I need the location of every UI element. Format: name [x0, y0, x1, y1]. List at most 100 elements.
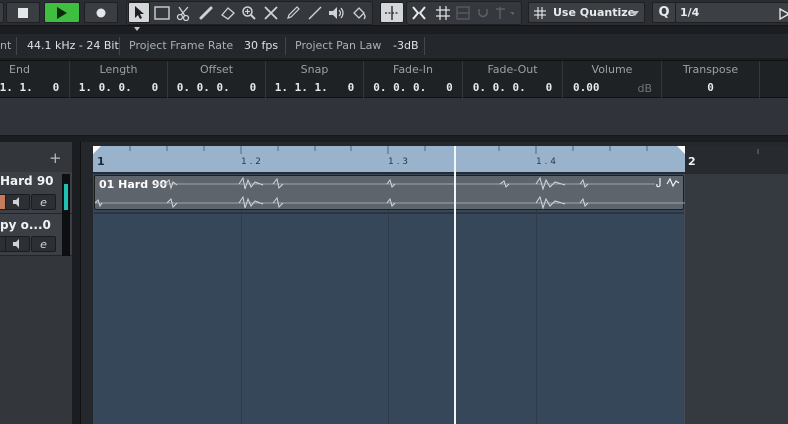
pencil-icon	[287, 6, 300, 19]
info-end-value: 2. 1. 1. 0	[0, 81, 60, 94]
ruler-bar-1: 1	[97, 155, 105, 168]
info-next-column[interactable]	[760, 61, 788, 99]
line-icon	[308, 6, 322, 20]
edit-label: e	[40, 195, 47, 209]
edit-button[interactable]: e	[31, 194, 56, 210]
x-mute-icon	[264, 6, 278, 20]
grid-type-dropdown[interactable]: Use Quantize	[528, 2, 645, 23]
info-end[interactable]: End 2. 1. 1. 0	[0, 61, 70, 99]
hash-icon	[534, 6, 546, 19]
frame-rate-value[interactable]: 30 fps	[244, 39, 278, 52]
record-format-prefix: nt	[0, 39, 12, 52]
track-header-2[interactable]: py o...0 e	[0, 214, 72, 256]
divider	[285, 37, 286, 55]
pan-law-value[interactable]: -3dB	[393, 39, 419, 52]
speaker-icon	[329, 7, 344, 19]
scissors-icon	[176, 6, 190, 21]
sample-rate-value[interactable]: 44.1 kHz - 24 Bit	[27, 39, 119, 52]
info-transpose-label: Transpose	[682, 63, 739, 76]
play-triangle-icon	[779, 8, 788, 20]
auto-scroll-icon	[385, 5, 399, 20]
snap-type-dropdown[interactable]	[496, 4, 514, 22]
info-offset-label: Offset	[199, 63, 234, 76]
info-length[interactable]: Length 1. 0. 0. 0	[70, 61, 168, 99]
info-fade-out[interactable]: Fade-Out 0. 0. 0. 0	[463, 61, 563, 99]
snap-grid-disabled-icon	[456, 6, 470, 20]
track-header-1[interactable]: Hard 90 e	[0, 172, 72, 214]
mute-button[interactable]	[5, 194, 30, 210]
grid-type-button[interactable]	[434, 4, 452, 22]
left-locator-icon[interactable]	[93, 146, 101, 154]
divider	[119, 37, 120, 55]
auto-scroll-button[interactable]	[380, 2, 404, 23]
glue-tube-icon	[199, 6, 213, 20]
track-name[interactable]: Hard 90	[0, 174, 54, 188]
paint-bucket-icon	[353, 7, 366, 20]
track-list: + Hard 90 e py o...0 e	[0, 142, 72, 424]
magnetic-cursor-button[interactable]	[474, 4, 492, 22]
info-fade-in[interactable]: Fade-In 0. 0. 0. 0	[364, 61, 463, 99]
record-button[interactable]	[84, 2, 118, 23]
range-selection-tool[interactable]	[153, 4, 171, 22]
track-name[interactable]: py o...0	[0, 218, 51, 232]
ruler-beat-4: 1 . 4	[536, 157, 557, 167]
project-cursor[interactable]	[454, 146, 456, 424]
toolbar: Use Quantize Q 1/4	[0, 0, 788, 26]
info-snap[interactable]: Snap 1. 1. 1. 0	[266, 61, 364, 99]
audio-event[interactable]: 01 Hard 90	[94, 175, 685, 210]
cycle-range[interactable]: 1 1 . 2 1 . 3 1 . 4	[93, 146, 685, 172]
add-track-button[interactable]: +	[49, 149, 62, 167]
level-meter	[62, 214, 70, 256]
mute-tool[interactable]	[262, 4, 280, 22]
grid-line	[684, 174, 685, 424]
info-length-value: 1. 0. 0. 0	[78, 81, 159, 94]
audio-waveform	[95, 176, 685, 210]
info-fade-out-value: 0. 0. 0. 0	[472, 81, 553, 94]
mute-button[interactable]	[5, 236, 30, 252]
split-tool[interactable]	[175, 4, 193, 22]
info-volume[interactable]: Volume 0.00 dB	[563, 61, 662, 99]
info-fade-in-label: Fade-In	[393, 63, 433, 76]
divider	[424, 37, 425, 55]
speaker-icon	[12, 197, 19, 207]
play-button[interactable]	[44, 2, 80, 23]
grid-type-value: Use Quantize	[553, 6, 636, 19]
cycle-button[interactable]	[0, 2, 4, 23]
info-offset[interactable]: Offset 0. 0. 0. 0	[168, 61, 266, 99]
snap-icon	[412, 6, 426, 20]
glue-tool[interactable]	[197, 4, 215, 22]
info-length-label: Length	[99, 63, 138, 76]
info-transpose-value: 0	[707, 81, 714, 94]
edit-label: e	[40, 237, 47, 251]
line-tool[interactable]	[306, 4, 324, 22]
play-tool[interactable]	[328, 4, 346, 22]
tool-options-chevron-icon	[134, 27, 140, 31]
info-offset-value: 0. 0. 0. 0	[176, 81, 257, 94]
right-locator-icon[interactable]	[677, 146, 685, 154]
eraser-icon	[221, 7, 235, 20]
quantize-preset-dropdown[interactable]: 1/4	[675, 2, 788, 23]
draw-tool[interactable]	[284, 4, 302, 22]
project-info-bar: nt 44.1 kHz - 24 Bit Project Frame Rate …	[0, 34, 788, 58]
stop-icon	[18, 7, 28, 18]
apply-quantize-button[interactable]: Q	[652, 2, 676, 23]
color-tool[interactable]	[350, 4, 368, 22]
object-selection-tool[interactable]	[128, 2, 150, 23]
snap-toggle[interactable]	[410, 4, 428, 22]
info-fade-in-value: 0. 0. 0. 0	[373, 81, 453, 94]
edit-button[interactable]: e	[31, 236, 56, 252]
play-icon	[57, 6, 67, 19]
ruler-bar-2: 2	[688, 155, 696, 168]
level-meter-fill	[64, 184, 68, 210]
info-transpose[interactable]: Transpose 0	[662, 61, 760, 99]
info-volume-label: Volume	[591, 63, 633, 76]
magnifier-icon	[242, 6, 256, 20]
erase-tool[interactable]	[219, 4, 237, 22]
snap-events-button[interactable]	[454, 4, 472, 22]
stop-button[interactable]	[6, 2, 40, 23]
frame-rate-label: Project Frame Rate	[129, 39, 234, 52]
level-meter	[62, 174, 70, 214]
zoom-tool[interactable]	[240, 4, 258, 22]
grid-icon	[436, 6, 450, 20]
speaker-icon	[12, 239, 19, 249]
